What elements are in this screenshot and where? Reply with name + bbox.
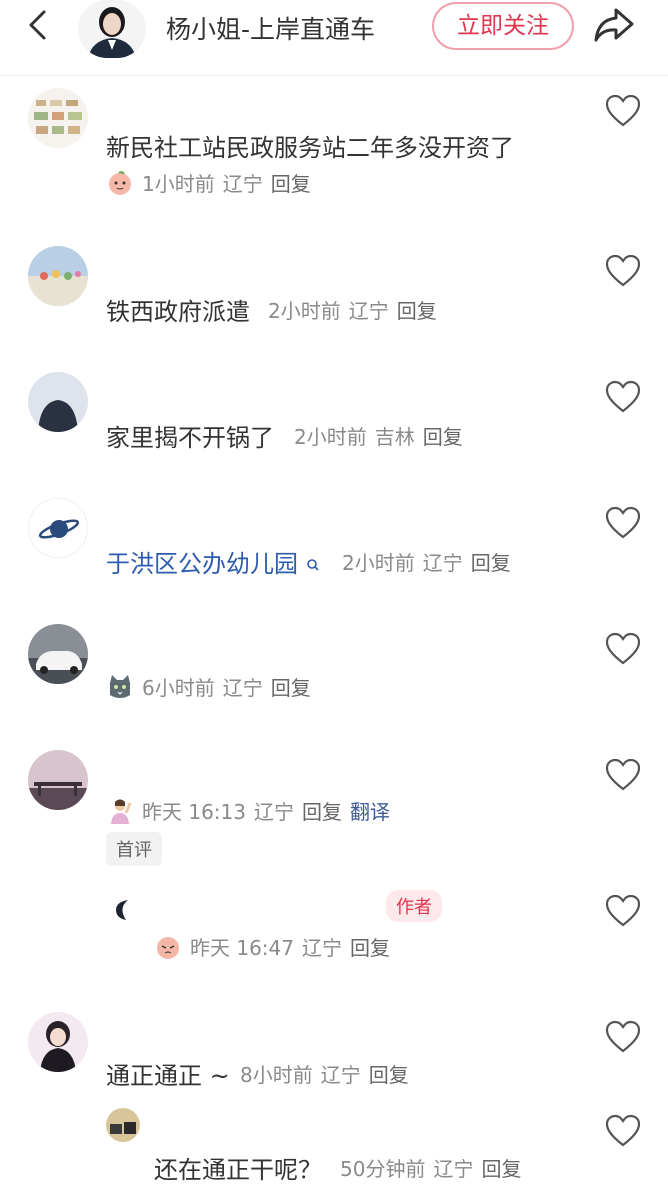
- comment-time: 50分钟前: [340, 1157, 426, 1181]
- like-heart-icon[interactable]: [604, 1020, 642, 1054]
- follow-button[interactable]: 立即关注: [432, 2, 574, 50]
- avatar[interactable]: [28, 246, 88, 306]
- reply-button[interactable]: 回复: [271, 672, 311, 701]
- cat-emoji-icon: [110, 674, 130, 698]
- first-comment-badge: 首评: [106, 832, 162, 866]
- comment-region: 辽宁: [222, 676, 263, 700]
- comment-region: 辽宁: [254, 800, 294, 824]
- avatar[interactable]: [28, 750, 88, 810]
- comment-time: 2小时前: [342, 551, 415, 575]
- translate-button[interactable]: 翻译: [350, 796, 390, 825]
- comment-item: 新民社工站民政服务站二年多没开资了 1小时前 辽宁 回复: [0, 84, 668, 204]
- comment-item: 家里揭不开锅了 2小时前 吉林 回复: [0, 366, 668, 476]
- comment-region: 辽宁: [348, 299, 389, 323]
- author-avatar[interactable]: [78, 0, 146, 58]
- reply-button[interactable]: 回复: [481, 1153, 521, 1182]
- reply-button[interactable]: 回复: [369, 1059, 409, 1088]
- like-heart-icon[interactable]: [604, 254, 642, 288]
- comment-time: 昨天 16:47: [190, 936, 294, 960]
- reply-button[interactable]: 回复: [397, 295, 437, 324]
- comment-region: 辽宁: [433, 1157, 474, 1181]
- comment-text: 通正通正 ~: [106, 1062, 230, 1090]
- author-badge: 作者: [386, 890, 442, 922]
- comment-item: 昨天 16:13 辽宁 回复 翻译 首评: [0, 744, 668, 874]
- comment-time: 1小时前: [142, 172, 215, 196]
- avatar[interactable]: [28, 498, 88, 558]
- like-heart-icon[interactable]: [604, 758, 642, 792]
- top-bar: 杨小姐-上岸直通车 立即关注: [0, 0, 668, 76]
- reply-button[interactable]: 回复: [302, 796, 342, 825]
- comment-item: 铁西政府派遣 2小时前 辽宁 回复: [0, 240, 668, 350]
- reply-button[interactable]: 回复: [423, 421, 463, 450]
- comment-text: 家里揭不开锅了: [106, 424, 274, 452]
- reply-item: 作者 昨天 16:47 辽宁 回复: [0, 884, 668, 984]
- like-heart-icon[interactable]: [604, 506, 642, 540]
- search-icon: [306, 559, 319, 571]
- comment-region: 辽宁: [222, 172, 263, 196]
- person-raising-hand-emoji-icon: [111, 799, 132, 824]
- comment-item: 通正通正 ~ 8小时前 辽宁 回复: [0, 1008, 668, 1108]
- comment-time: 昨天 16:13: [142, 800, 246, 824]
- comment-text: 铁西政府派遣: [106, 298, 250, 326]
- like-heart-icon[interactable]: [604, 1114, 642, 1148]
- avatar[interactable]: [106, 888, 146, 928]
- comment-time: 2小时前: [268, 299, 341, 323]
- comment-region: 辽宁: [422, 551, 463, 575]
- comment-time: 8小时前: [240, 1063, 313, 1087]
- comment-time: 2小时前: [294, 425, 367, 449]
- reply-button[interactable]: 回复: [350, 932, 390, 961]
- like-heart-icon[interactable]: [604, 380, 642, 414]
- crying-emoji-icon: [157, 936, 179, 959]
- avatar[interactable]: [28, 1012, 88, 1072]
- like-heart-icon[interactable]: [604, 894, 642, 928]
- like-heart-icon[interactable]: [604, 632, 642, 666]
- reply-button[interactable]: 回复: [471, 547, 511, 576]
- peach-emoji-icon: [109, 170, 131, 195]
- comment-text: 新民社工站民政服务站二年多没开资了: [106, 134, 514, 162]
- avatar[interactable]: [28, 88, 88, 148]
- share-icon[interactable]: [592, 4, 636, 44]
- avatar[interactable]: [106, 1108, 140, 1142]
- reply-button[interactable]: 回复: [271, 168, 311, 197]
- comment-text: 还在通正干呢？: [154, 1156, 322, 1184]
- like-heart-icon[interactable]: [604, 94, 642, 128]
- avatar[interactable]: [28, 624, 88, 684]
- reply-item: 还在通正干呢？ 50分钟前 辽宁 回复: [0, 1108, 668, 1200]
- comment-region: 辽宁: [302, 936, 342, 960]
- comment-item: 6小时前 辽宁 回复: [0, 618, 668, 728]
- avatar[interactable]: [28, 372, 88, 432]
- comment-region: 吉林: [374, 425, 415, 449]
- comment-text[interactable]: 于洪区公办幼儿园: [106, 544, 320, 579]
- comment-time: 6小时前: [142, 676, 215, 700]
- back-arrow-icon[interactable]: [22, 8, 56, 42]
- comment-item: 于洪区公办幼儿园 2小时前 辽宁 回复: [0, 492, 668, 602]
- comment-region: 辽宁: [320, 1063, 361, 1087]
- page-title: 杨小姐-上岸直通车: [166, 15, 376, 44]
